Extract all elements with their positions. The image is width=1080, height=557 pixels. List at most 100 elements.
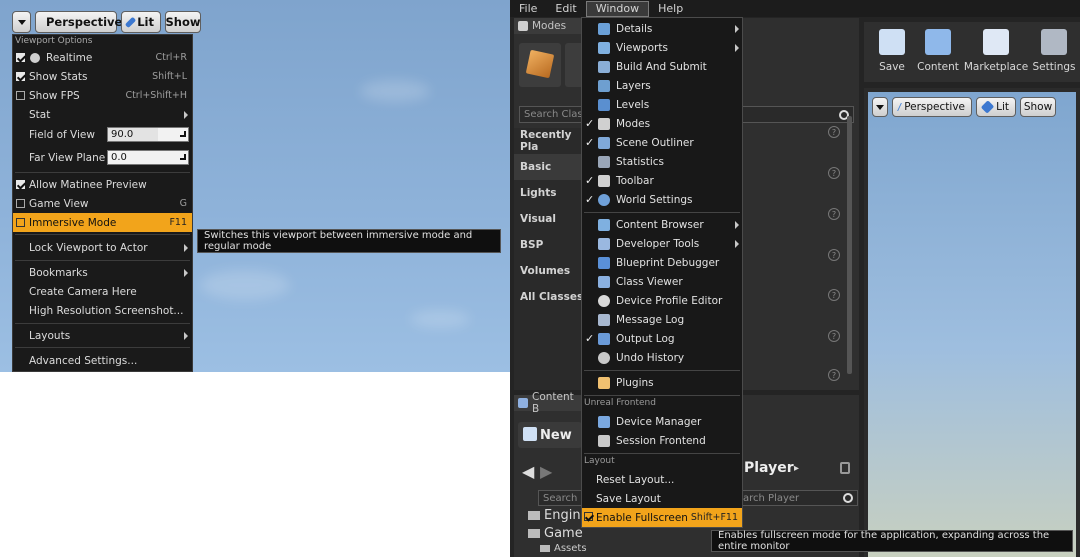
left-viewport[interactable]: Perspective Lit Show Viewport Options Re… [0,0,510,372]
fov-input[interactable]: 90.0 [107,127,189,142]
menu-item-create-camera[interactable]: Create Camera Here [13,282,192,301]
search-assets-input[interactable]: arch Player [740,490,858,506]
checkbox-show-fps[interactable] [16,91,25,100]
category-recently-placed[interactable]: Recently Pla [514,128,589,154]
menu-item-reset-layout[interactable]: Reset Layout... [582,470,742,489]
menu-item-allow-matinee-preview[interactable]: Allow Matinee Preview [13,175,192,194]
menu-item-class-viewer[interactable]: Class Viewer [582,272,742,291]
menu-item-layouts[interactable]: Layouts [13,326,192,345]
menu-item-hires-screenshot[interactable]: High Resolution Screenshot... [13,301,192,320]
message-log-icon [598,313,610,326]
menu-item-output-log[interactable]: ✓ Output Log [582,329,742,348]
new-button[interactable]: New [518,422,582,448]
menu-item-device-manager[interactable]: Device Manager [582,412,742,431]
help-icon[interactable]: ? [828,369,840,381]
menu-item-session-frontend[interactable]: Session Frontend [582,431,742,450]
marketplace-button[interactable]: Marketplace [964,24,1028,77]
menu-item-modes[interactable]: ✓ Modes [582,114,742,133]
menu-item-advanced-settings[interactable]: Advanced Settings... [13,351,192,370]
far-view-plane-input[interactable]: 0.0 [107,150,189,165]
show-button[interactable]: Show [165,11,201,33]
tree-item-engine[interactable]: Engine [528,508,589,523]
menu-item-details[interactable]: Details [582,19,742,38]
menu-item-show-fps[interactable]: Show FPS Ctrl+Shift+H [13,86,192,105]
tab-content-browser[interactable]: Content B [514,391,584,415]
menu-item-message-log[interactable]: Message Log [582,310,742,329]
checkbox-enable-fullscreen[interactable] [584,512,593,521]
viewport-options-button[interactable] [872,97,888,117]
menu-item-enable-fullscreen[interactable]: Enable Fullscreen Shift+F11 [582,508,742,527]
menu-item-plugins[interactable]: Plugins [582,373,742,392]
show-button[interactable]: Show [1020,97,1056,117]
menu-item-lock-viewport[interactable]: Lock Viewport to Actor [13,238,192,257]
menu-help[interactable]: Help [649,0,692,17]
menu-item-content-browser[interactable]: Content Browser [582,215,742,234]
checkbox-realtime[interactable] [16,53,25,62]
menu-item-bookmarks[interactable]: Bookmarks [13,263,192,282]
settings-button[interactable]: Settings [1032,24,1076,77]
content-button[interactable]: Content [916,24,960,77]
category-bsp[interactable]: BSP [514,232,589,258]
scrollbar[interactable] [847,116,852,374]
menu-item-realtime[interactable]: Realtime Ctrl+R [13,48,192,67]
help-icon[interactable]: ? [828,167,840,179]
forward-arrow-icon[interactable]: ▶ [540,462,552,481]
checkbox-matinee[interactable] [16,180,25,189]
menu-item-levels[interactable]: Levels [582,95,742,114]
level-viewport[interactable] [868,92,1076,557]
outliner-icon [598,136,610,149]
menu-item-layers[interactable]: Layers [582,76,742,95]
place-mode-button[interactable] [519,43,561,87]
save-button[interactable]: Save [872,24,912,77]
menu-item-game-view[interactable]: Game View G [13,194,192,213]
category-basic[interactable]: Basic [514,154,589,180]
menu-item-build-and-submit[interactable]: Build And Submit [582,57,742,76]
perspective-button[interactable]: Perspective [892,97,972,117]
menu-edit[interactable]: Edit [546,0,585,17]
help-icon[interactable]: ? [828,249,840,261]
menu-item-undo-history[interactable]: Undo History [582,348,742,367]
menu-item-show-stats[interactable]: Show Stats Shift+L [13,67,192,86]
menu-item-scene-outliner[interactable]: ✓ Scene Outliner [582,133,742,152]
lit-button[interactable]: Lit [121,11,161,33]
checkbox-immersive[interactable] [16,218,25,227]
menu-window[interactable]: Window [585,0,650,17]
menu-item-device-profile-editor[interactable]: Device Profile Editor [582,291,742,310]
menu-file[interactable]: File [510,0,546,17]
category-volumes[interactable]: Volumes [514,258,589,284]
submenu-arrow-icon [735,220,739,229]
back-arrow-icon[interactable]: ◀ [522,462,534,481]
viewport-options-button[interactable] [12,11,31,33]
help-icon[interactable]: ? [828,208,840,220]
menu-divider [584,370,740,371]
menu-divider [15,347,190,348]
tree-item-game[interactable]: Game [528,526,583,541]
tree-item-assets[interactable]: Assets [540,543,587,554]
lit-button[interactable]: Lit [976,97,1016,117]
device-manager-icon [598,415,610,428]
help-icon[interactable]: ? [828,330,840,342]
category-all-classes[interactable]: All Classes [514,284,589,310]
menu-item-stat[interactable]: Stat [13,105,192,124]
menu-item-save-layout[interactable]: Save Layout [582,489,742,508]
lock-icon[interactable] [840,462,850,474]
menu-item-blueprint-debugger[interactable]: Blueprint Debugger [582,253,742,272]
checkbox-game-view[interactable] [16,199,25,208]
menu-item-developer-tools[interactable]: Developer Tools [582,234,742,253]
checkmark-icon: ✓ [585,136,595,149]
tab-modes[interactable]: Modes [514,18,584,34]
menu-item-viewports[interactable]: Viewports [582,38,742,57]
perspective-button[interactable]: Perspective [35,11,122,33]
menu-item-world-settings[interactable]: ✓ World Settings [582,190,742,209]
help-icon[interactable]: ? [828,289,840,301]
category-lights[interactable]: Lights [514,180,589,206]
checkbox-show-stats[interactable] [16,72,25,81]
content-browser-icon [598,218,610,231]
menu-item-toolbar[interactable]: ✓ Toolbar [582,171,742,190]
checkmark-icon: ✓ [585,117,595,130]
menu-item-immersive-mode[interactable]: Immersive Mode F11 [13,213,192,232]
path-player[interactable]: Player [744,460,794,476]
menu-item-statistics[interactable]: Statistics [582,152,742,171]
category-visual[interactable]: Visual [514,206,589,232]
help-icon[interactable]: ? [828,126,840,138]
